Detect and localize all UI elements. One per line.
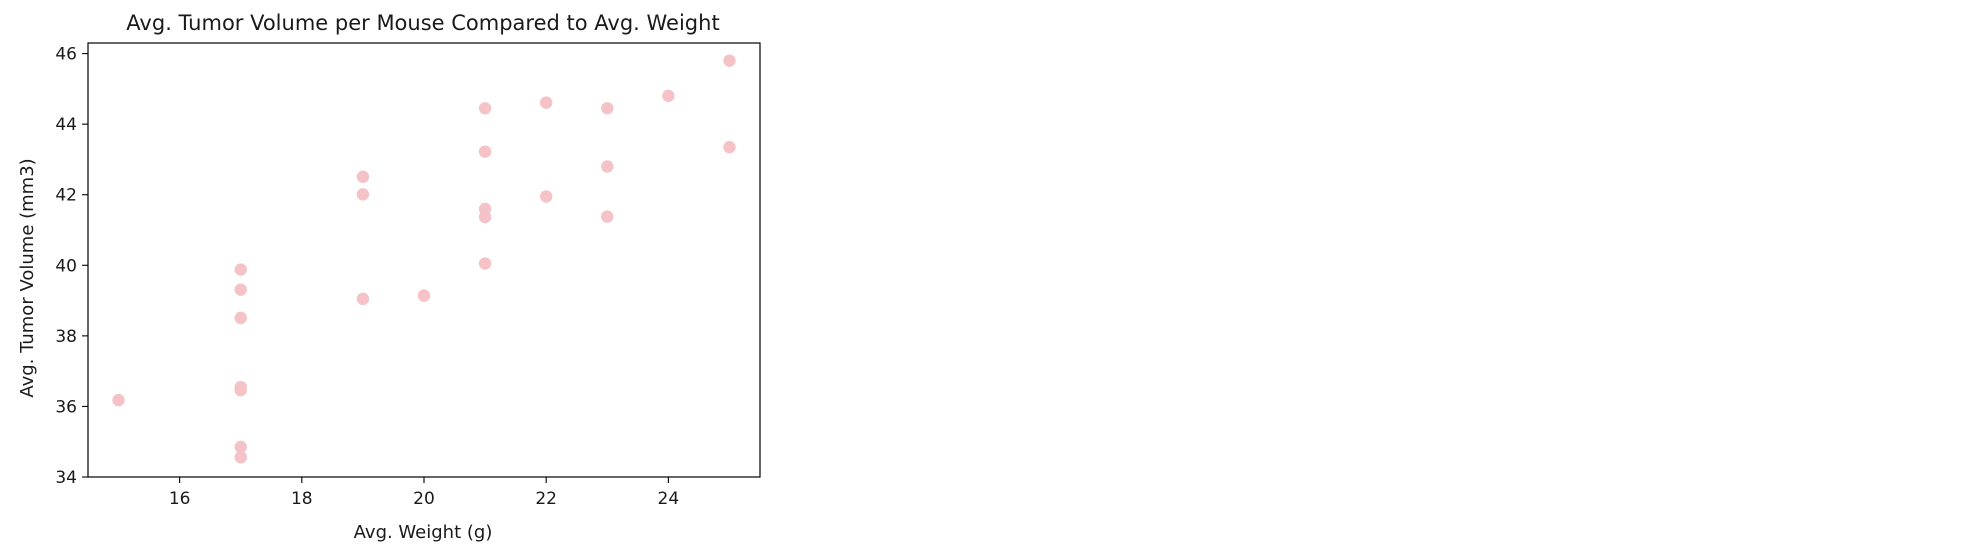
x-axis: 16 18 20 22 24: [169, 477, 679, 509]
data-point: [539, 190, 553, 203]
data-point: [234, 384, 247, 397]
data-point: [601, 210, 614, 223]
scatter-chart: Avg. Tumor Volume per Mouse Compared to …: [17, 11, 761, 543]
y-tick-label: 42: [55, 186, 77, 206]
data-point: [234, 451, 247, 464]
y-axis-label: Avg. Tumor Volume (mm3): [17, 158, 38, 397]
data-point: [234, 311, 247, 325]
y-tick-label: 40: [55, 256, 77, 276]
y-tick-label: 36: [55, 397, 77, 417]
data-point: [601, 160, 614, 173]
chart-title: Avg. Tumor Volume per Mouse Compared to …: [126, 11, 719, 35]
data-point: [539, 96, 553, 109]
y-axis: 34 36 38 40 42 44 46: [55, 45, 88, 488]
data-point: [478, 257, 492, 270]
data-point: [112, 393, 125, 407]
data-point: [478, 210, 492, 224]
y-tick-label: 38: [55, 327, 77, 347]
plot-frame: [87, 42, 761, 478]
x-tick-label: 20: [413, 489, 435, 509]
data-point: [234, 283, 247, 296]
data-point: [417, 289, 431, 302]
data-point: [356, 292, 370, 306]
data-point: [356, 188, 370, 201]
x-axis-label: Avg. Weight (g): [354, 522, 493, 543]
y-tick-label: 34: [55, 468, 77, 488]
data-point: [478, 102, 492, 115]
x-tick-label: 16: [169, 489, 191, 509]
data-point: [356, 170, 370, 183]
data-point: [601, 102, 614, 115]
y-tick-label: 44: [55, 115, 77, 135]
data-point: [723, 54, 736, 67]
data-point: [662, 89, 675, 103]
x-tick-label: 24: [658, 489, 680, 509]
y-tick-label: 46: [55, 45, 77, 65]
data-point: [723, 140, 736, 154]
data-point: [478, 145, 492, 158]
x-tick-label: 22: [535, 489, 557, 509]
x-tick-label: 18: [291, 489, 313, 509]
plot-area: [87, 42, 761, 478]
data-point: [234, 263, 247, 276]
